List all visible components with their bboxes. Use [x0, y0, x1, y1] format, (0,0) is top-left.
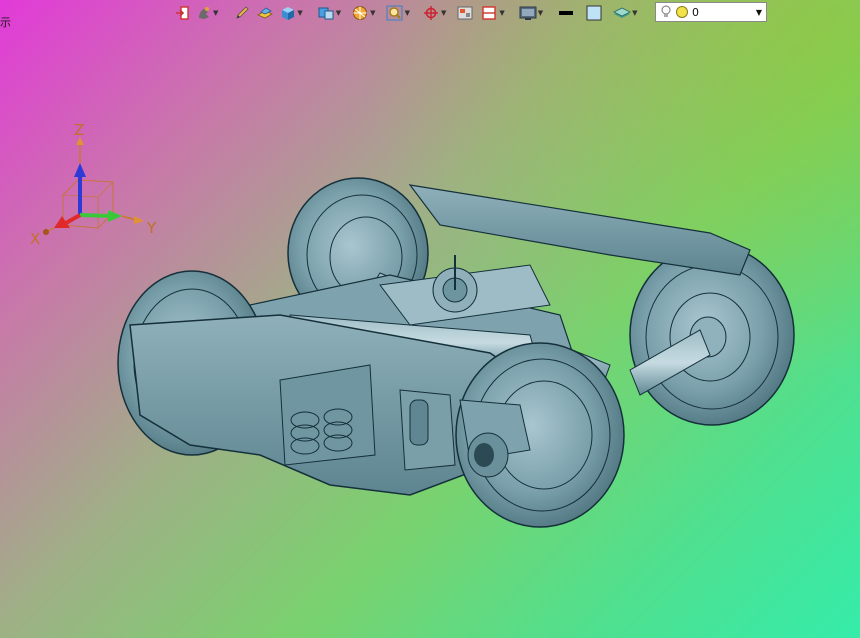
clip-view-button[interactable]: ▼ [478, 3, 506, 23]
line-color-icon [559, 11, 574, 15]
gesture-icon [199, 7, 209, 19]
box-button[interactable]: ▼ [278, 3, 304, 23]
fill-color-button[interactable] [583, 3, 605, 23]
display-mode-icon [519, 6, 537, 20]
layer-value: 0 [692, 5, 699, 19]
sketch-button[interactable] [232, 3, 252, 23]
datum-plane-icon [423, 6, 438, 20]
datum-button[interactable]: ▼ [420, 3, 448, 23]
lightbulb-icon [661, 5, 671, 17]
layer-icon [613, 7, 632, 18]
chevron-down-icon[interactable]: ▼ [752, 8, 766, 17]
chevron-down-icon: ▼ [213, 9, 219, 17]
wheel-rear-right [629, 244, 795, 426]
gesture-button[interactable]: ▼ [194, 3, 220, 23]
box-icon [282, 7, 295, 20]
chevron-down-icon: ▼ [632, 9, 638, 17]
pencil-icon [236, 6, 249, 19]
layer-selector[interactable]: 0 ▼ [655, 2, 767, 22]
fill-color-icon [586, 5, 602, 21]
line-color-button[interactable] [555, 3, 577, 23]
exit-button[interactable] [172, 3, 192, 23]
display-mode-button[interactable]: ▼ [517, 3, 545, 23]
chevron-down-icon: ▼ [297, 9, 303, 17]
sphere-button[interactable]: ▼ [349, 3, 377, 23]
sphere-icon [353, 6, 368, 20]
shaded-cube-button[interactable]: ▼ [315, 3, 343, 23]
layer-button[interactable]: ▼ [611, 3, 639, 23]
chevron-down-icon: ▼ [335, 9, 342, 17]
bogie-3d-model[interactable] [110, 165, 810, 535]
exit-icon [176, 6, 189, 20]
chevron-down-icon: ▼ [370, 9, 376, 17]
layer-status-icon [676, 6, 688, 18]
shaded-cube-icon [318, 7, 334, 20]
section-view-button[interactable] [454, 3, 476, 23]
surface-icon [257, 7, 274, 19]
view-toolbar: ▼ ▼ ▼ ▼ ▼ ▼ ▼ ▼ ▼ [172, 2, 640, 24]
chevron-down-icon: ▼ [499, 9, 505, 17]
z-axis-label: Z [74, 121, 84, 139]
x-axis-label: X [30, 230, 40, 248]
chevron-down-icon: ▼ [404, 9, 410, 17]
chevron-down-icon: ▼ [537, 9, 544, 17]
clip-view-icon [482, 6, 497, 20]
surface-button[interactable] [254, 3, 276, 23]
corner-label: 示 [0, 16, 11, 29]
zoom-button[interactable]: ▼ [384, 3, 412, 23]
zoom-icon [386, 5, 403, 21]
section-view-icon [457, 6, 473, 20]
chevron-down-icon: ▼ [440, 9, 447, 17]
